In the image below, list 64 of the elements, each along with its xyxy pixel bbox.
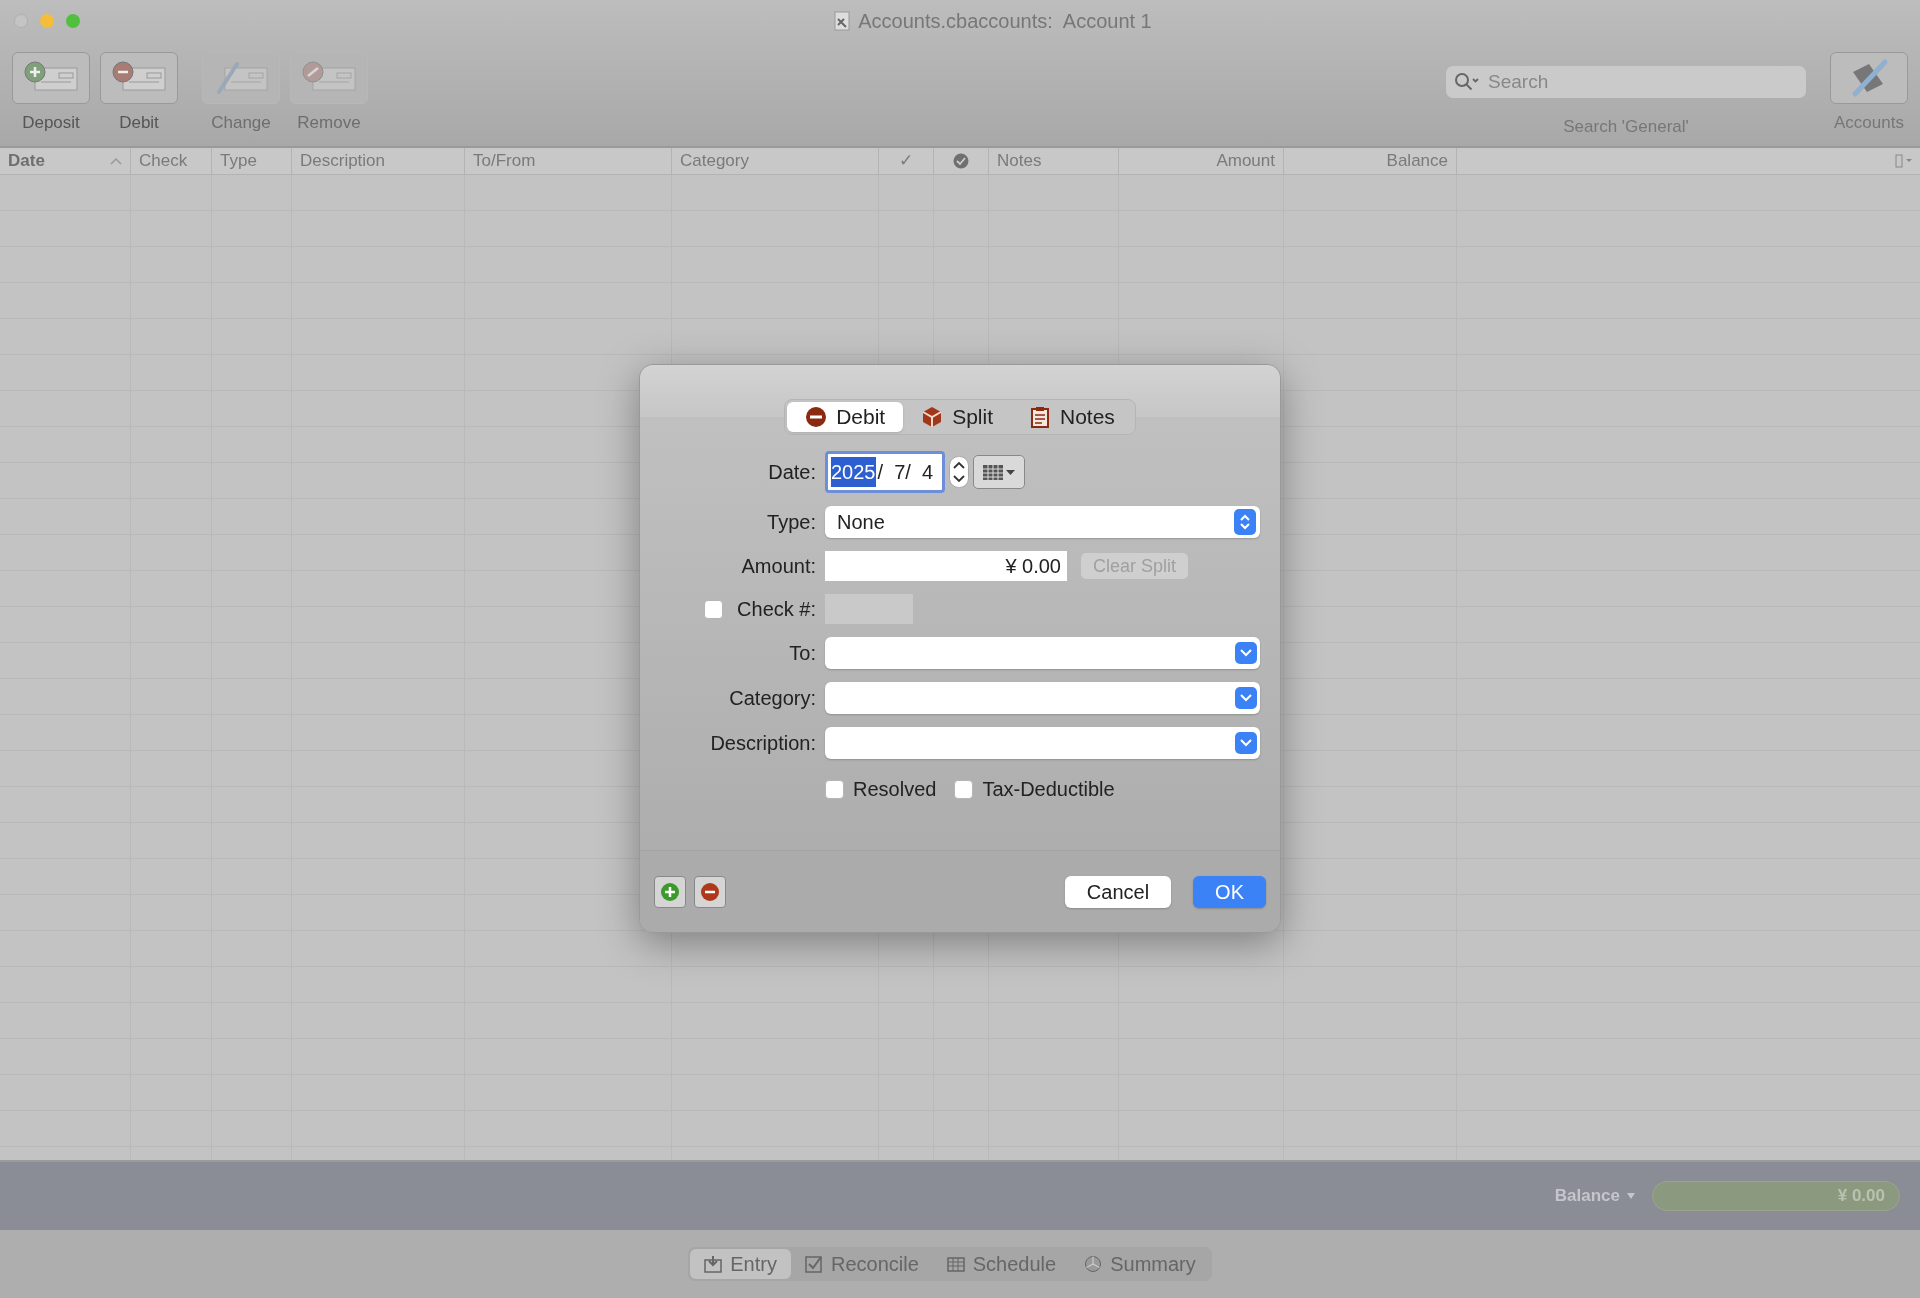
document-icon — [834, 11, 851, 31]
tray-download-icon — [704, 1255, 723, 1273]
column-header[interactable]: Check — [131, 148, 212, 174]
checkbox-icon — [804, 1255, 823, 1273]
dropdown-chevron-icon — [1235, 687, 1257, 709]
calendar-icon — [982, 463, 1016, 481]
sort-ascending-icon — [110, 156, 122, 165]
field-label: Type: — [766, 510, 816, 535]
amount-field[interactable]: ¥ 0.00 — [825, 551, 1067, 581]
column-header[interactable]: Date — [0, 148, 131, 174]
field-label: Amount: — [740, 554, 816, 579]
dialog-tab[interactable]: Notes — [1011, 402, 1133, 432]
search-field[interactable]: Search — [1446, 66, 1806, 98]
add-split-button[interactable] — [654, 875, 686, 908]
calendar-button[interactable] — [973, 455, 1025, 489]
column-header[interactable]: Notes — [989, 148, 1119, 174]
check-number-checkbox[interactable] — [704, 599, 724, 619]
dropdown-chevron-icon — [1235, 732, 1257, 754]
minus-circle-icon — [805, 406, 828, 428]
balance-menu[interactable]: Balance — [1554, 1183, 1636, 1209]
view-tab[interactable]: Summary — [1070, 1249, 1210, 1279]
date-field[interactable]: 2025/ 7/ 4 — [825, 451, 945, 493]
remove-split-button[interactable] — [694, 875, 726, 908]
pie-chart-icon — [1084, 1255, 1103, 1273]
view-tab[interactable]: Schedule — [932, 1249, 1071, 1279]
combo-box[interactable] — [825, 727, 1260, 759]
field-label: Check #: — [737, 597, 816, 622]
option-checkbox[interactable] — [954, 779, 974, 799]
type-popup[interactable]: None — [825, 506, 1260, 538]
field-label: Description: — [709, 731, 816, 756]
checkbox-label: Resolved — [853, 777, 937, 802]
field-label: To: — [788, 641, 816, 666]
column-header[interactable]: Balance — [1284, 148, 1457, 174]
column-header[interactable]: To/From — [465, 148, 672, 174]
clipboard-icon — [1029, 406, 1051, 428]
plus-circle-icon — [660, 881, 680, 902]
option-checkbox[interactable] — [825, 779, 844, 799]
combo-box[interactable] — [825, 637, 1260, 669]
search-input[interactable]: Search — [1488, 67, 1798, 97]
field-label: Category: — [728, 686, 816, 711]
dialog-button[interactable]: Cancel — [1064, 875, 1172, 908]
cube-icon — [921, 406, 944, 428]
checkbox-label: Tax-Deductible — [982, 777, 1115, 802]
column-header[interactable]: ✓ — [879, 148, 934, 174]
search-icon — [1454, 72, 1480, 92]
window-title: Accounts.cbaccounts: Account 1 — [858, 9, 1152, 34]
field-label: Date: — [767, 460, 816, 485]
stepper-icon[interactable] — [949, 456, 969, 488]
dialog-tab[interactable]: Debit — [787, 402, 904, 432]
view-tab[interactable]: Entry — [690, 1249, 791, 1279]
dropdown-chevron-icon — [1235, 642, 1257, 664]
dialog-tab[interactable]: Split — [903, 402, 1011, 432]
caret-icon — [1626, 1192, 1636, 1200]
dialog-button[interactable]: OK — [1193, 875, 1266, 908]
combo-box[interactable] — [825, 682, 1260, 714]
minus-circle-icon — [700, 881, 720, 902]
column-header[interactable]: Category — [672, 148, 879, 174]
check-circle-icon — [953, 152, 969, 169]
column-header[interactable]: Type — [212, 148, 292, 174]
calendar-icon — [946, 1255, 965, 1273]
view-tab[interactable]: Reconcile — [790, 1249, 933, 1279]
column-header[interactable]: Amount — [1119, 148, 1284, 174]
updown-arrows-icon — [1234, 509, 1256, 535]
column-header[interactable]: Description — [292, 148, 465, 174]
